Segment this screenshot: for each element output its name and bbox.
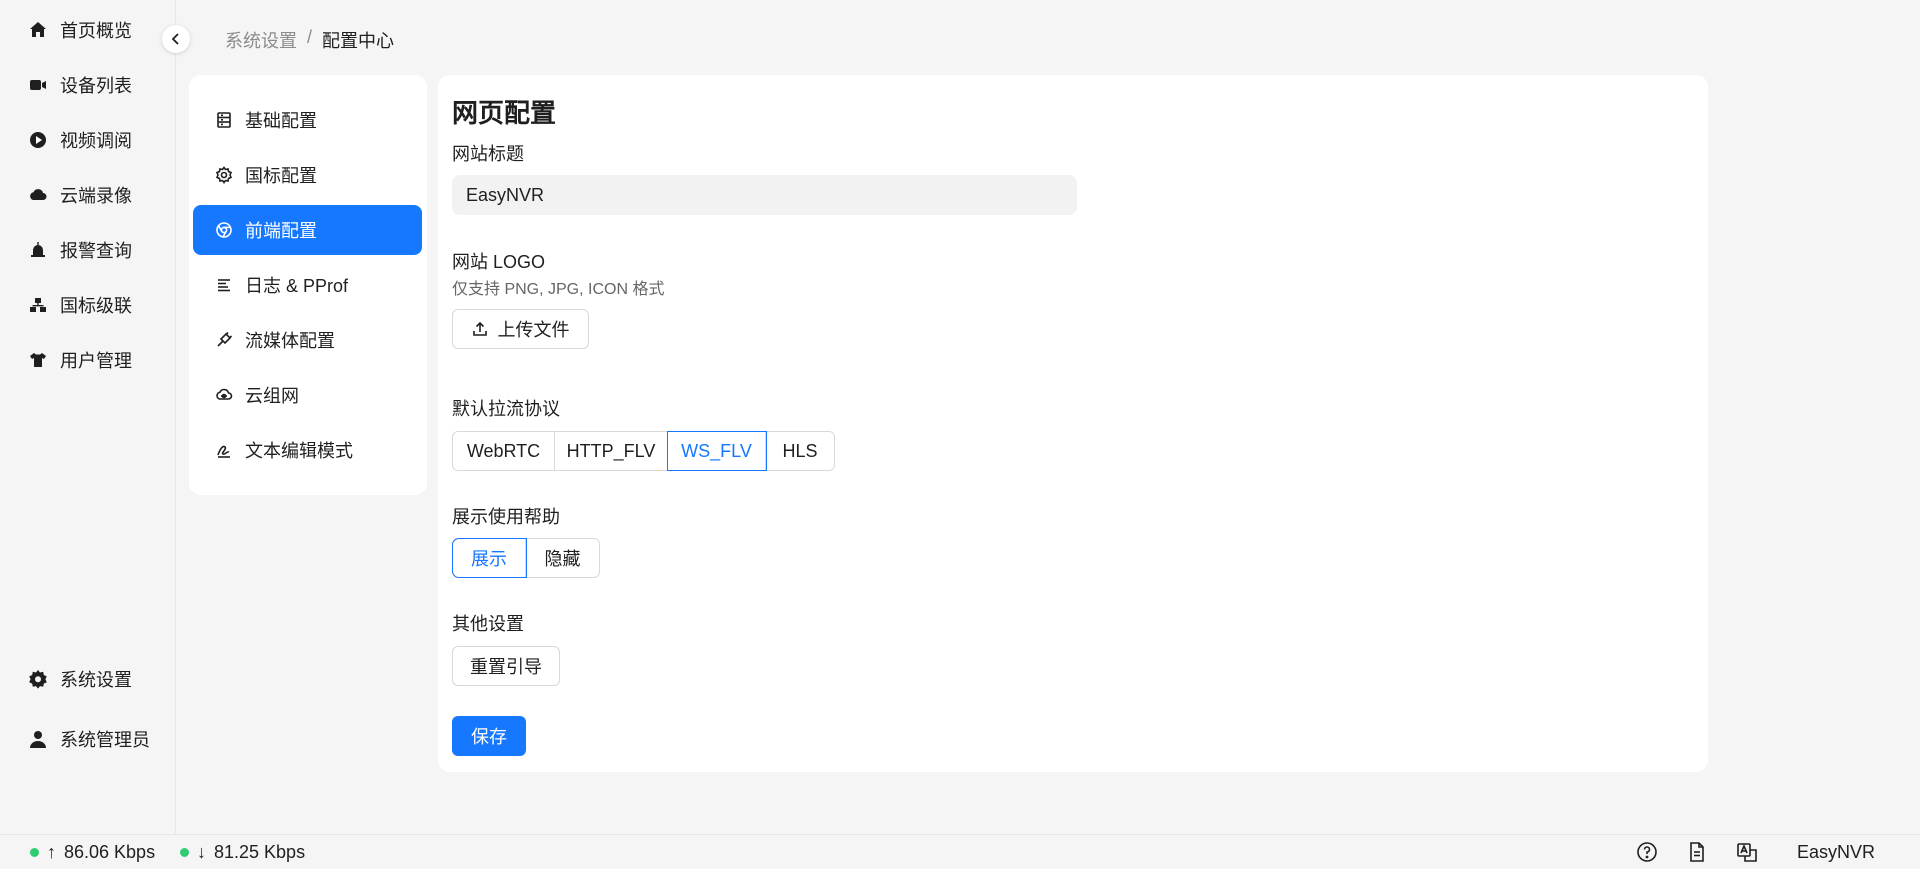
upload-rate-value: 86.06 Kbps (64, 841, 156, 862)
submenu-item-cloud-network[interactable]: 云组网 (193, 370, 422, 420)
help-option-show[interactable]: 展示 (452, 538, 527, 578)
submenu-item-text-edit[interactable]: 文本编辑模式 (193, 425, 422, 475)
nav-item-cloud-record[interactable]: 云端录像 (28, 180, 132, 210)
align-left-icon (218, 279, 230, 292)
help-segmented: 展示 隐藏 (452, 538, 600, 578)
submenu-item-basic[interactable]: 基础配置 (193, 95, 422, 145)
upload-rate: ↑ 86.06 Kbps (30, 842, 155, 863)
download-rate: ↓ 81.25 Kbps (180, 842, 305, 863)
nav-item-label: 用户管理 (60, 351, 132, 371)
submenu-item-label: 基础配置 (245, 111, 317, 131)
breadcrumb-current: 配置中心 (322, 31, 395, 51)
site-title-input[interactable] (452, 175, 1077, 215)
arrow-up-icon: ↑ (47, 841, 56, 862)
help-button[interactable] (1636, 841, 1658, 863)
upload-status-dot (30, 847, 39, 857)
form-title: 网页配置 (452, 98, 557, 128)
home-icon (30, 22, 46, 37)
protocol-label: 默认拉流协议 (452, 399, 560, 419)
server-icon (217, 112, 231, 128)
submenu-item-label: 国标配置 (245, 166, 317, 186)
submenu-item-label: 云组网 (245, 386, 299, 406)
submenu-item-gb[interactable]: 国标配置 (193, 150, 422, 200)
upload-icon (472, 321, 487, 336)
save-button[interactable]: 保存 (452, 716, 526, 756)
cloud-icon (30, 189, 47, 200)
reset-guide-label: 重置引导 (470, 657, 542, 677)
nav-item-users[interactable]: 用户管理 (28, 345, 132, 375)
alarm-icon (31, 242, 45, 257)
download-status-dot (180, 847, 189, 857)
status-bar: ↑ 86.06 Kbps ↓ 81.25 Kbps EasyNVR (0, 834, 1920, 869)
plug-icon (217, 331, 233, 347)
cascade-icon (30, 298, 46, 312)
sidebar-collapse-button[interactable] (162, 25, 190, 53)
nav-item-admin[interactable]: 系统管理员 (28, 724, 150, 754)
protocol-option-hls[interactable]: HLS (766, 432, 834, 470)
protocol-segmented: WebRTC HTTP_FLV WS_FLV HLS (452, 431, 835, 471)
download-rate-value: 81.25 Kbps (214, 841, 306, 862)
arrow-down-icon: ↓ (197, 841, 206, 862)
submenu-item-media[interactable]: 流媒体配置 (193, 315, 422, 365)
breadcrumb: 系统设置 / 配置中心 (225, 27, 394, 53)
breadcrumb-parent[interactable]: 系统设置 (225, 27, 297, 53)
left-nav: 首页概览 设备列表 视频调阅 云端录像 报警查询 国标级联 用户管理 系统设置 … (0, 0, 176, 834)
submenu-item-label: 前端配置 (245, 221, 317, 241)
nav-item-label: 系统管理员 (60, 730, 150, 750)
submenu-item-frontend[interactable]: 前端配置 (193, 205, 422, 255)
docs-button[interactable] (1686, 841, 1708, 863)
nav-item-alarm[interactable]: 报警查询 (28, 235, 132, 265)
nav-item-label: 视频调阅 (60, 131, 132, 151)
chevron-left-icon (171, 33, 179, 45)
protocol-option-ws-flv[interactable]: WS_FLV (667, 431, 767, 471)
nav-item-label: 系统设置 (60, 670, 132, 690)
nav-item-label: 国标级联 (60, 296, 132, 316)
gear-icon (215, 166, 233, 184)
logo-label: 网站 LOGO (452, 252, 546, 272)
other-settings-label: 其他设置 (452, 614, 524, 634)
upload-file-button[interactable]: 上传文件 (452, 309, 589, 349)
shirt-icon (30, 353, 46, 367)
protocol-option-http-flv[interactable]: HTTP_FLV (555, 432, 668, 470)
logo-hint: 仅支持 PNG, JPG, ICON 格式 (452, 281, 665, 298)
document-icon (1690, 842, 1704, 862)
nav-item-settings[interactable]: 系统设置 (28, 664, 132, 694)
camera-icon (30, 80, 46, 90)
submenu-item-label: 流媒体配置 (245, 331, 335, 351)
help-option-hide[interactable]: 隐藏 (526, 539, 599, 577)
protocol-option-webrtc[interactable]: WebRTC (453, 432, 555, 470)
language-button[interactable] (1736, 841, 1758, 863)
nav-item-label: 云端录像 (60, 186, 132, 206)
submenu-item-label: 日志 & PProf (245, 276, 349, 296)
signature-icon (217, 445, 230, 458)
help-label: 展示使用帮助 (452, 507, 560, 527)
web-config-form: 网页配置 网站标题 网站 LOGO 仅支持 PNG, JPG, ICON 格式 … (438, 75, 1708, 772)
translate-icon (1737, 843, 1757, 862)
chrome-icon (216, 222, 232, 238)
nav-item-home[interactable]: 首页概览 (28, 15, 132, 45)
gear-icon (29, 670, 47, 689)
cloud-network-icon (216, 388, 233, 400)
upload-file-label: 上传文件 (497, 320, 570, 340)
breadcrumb-separator: / (307, 27, 313, 47)
submenu-item-label: 文本编辑模式 (245, 441, 353, 461)
question-circle-icon (1637, 842, 1657, 862)
nav-item-devices[interactable]: 设备列表 (28, 70, 132, 100)
nav-item-label: 报警查询 (60, 241, 132, 261)
nav-item-label: 设备列表 (60, 76, 132, 96)
submenu-item-log[interactable]: 日志 & PProf (193, 260, 422, 310)
nav-item-cascade[interactable]: 国标级联 (28, 290, 132, 320)
reset-guide-button[interactable]: 重置引导 (452, 646, 560, 686)
nav-item-label: 首页概览 (60, 21, 132, 41)
play-circle-icon (30, 132, 46, 148)
brand-name: EasyNVR (1797, 841, 1876, 862)
user-icon (30, 731, 46, 748)
config-submenu: 基础配置 国标配置 前端配置 日志 & PProf 流媒体配置 云组网 文本编辑… (189, 75, 427, 495)
nav-item-video[interactable]: 视频调阅 (28, 125, 132, 155)
site-title-label: 网站标题 (452, 144, 524, 164)
